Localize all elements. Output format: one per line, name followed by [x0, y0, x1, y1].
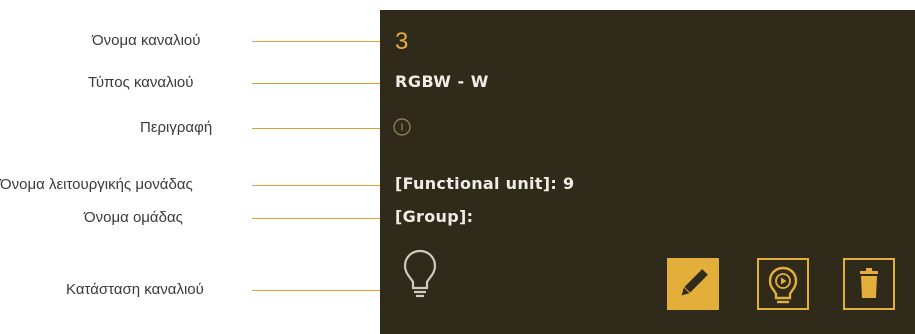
- channel-panel: [380, 10, 915, 334]
- callout-line-channel-state: [252, 290, 388, 291]
- lightbulb-off-icon[interactable]: [402, 248, 438, 300]
- group-label: [Group]:: [395, 207, 474, 226]
- callout-channel-name: Όνομα καναλιού: [92, 32, 201, 49]
- edit-button[interactable]: [667, 258, 719, 310]
- channel-name: 3: [395, 28, 409, 55]
- channel-type: RGBW - W: [395, 72, 489, 91]
- lightbulb-play-icon: [768, 266, 798, 304]
- pencil-icon: [681, 269, 708, 296]
- callout-line-channel-name: [252, 41, 388, 42]
- trash-icon: [860, 268, 878, 298]
- callout-line-description: [252, 128, 388, 129]
- callout-line-group-name: [252, 218, 388, 219]
- callout-functional-unit-name: Όνομα λειτουργικής μονάδας: [0, 176, 193, 193]
- callout-line-functional-unit-name: [252, 185, 388, 186]
- toggle-state-button[interactable]: [757, 258, 809, 310]
- callout-group-name: Όνομα ομάδας: [84, 209, 183, 226]
- callout-channel-type: Τύπος καναλιού: [88, 74, 194, 91]
- delete-button[interactable]: [843, 258, 895, 310]
- functional-unit-label: [Functional unit]: 9: [395, 174, 575, 193]
- callout-description: Περιγραφή: [140, 119, 213, 136]
- callout-line-channel-type: [252, 83, 388, 84]
- callout-channel-state: Κατάσταση καναλιού: [66, 281, 204, 298]
- info-icon[interactable]: [393, 118, 411, 136]
